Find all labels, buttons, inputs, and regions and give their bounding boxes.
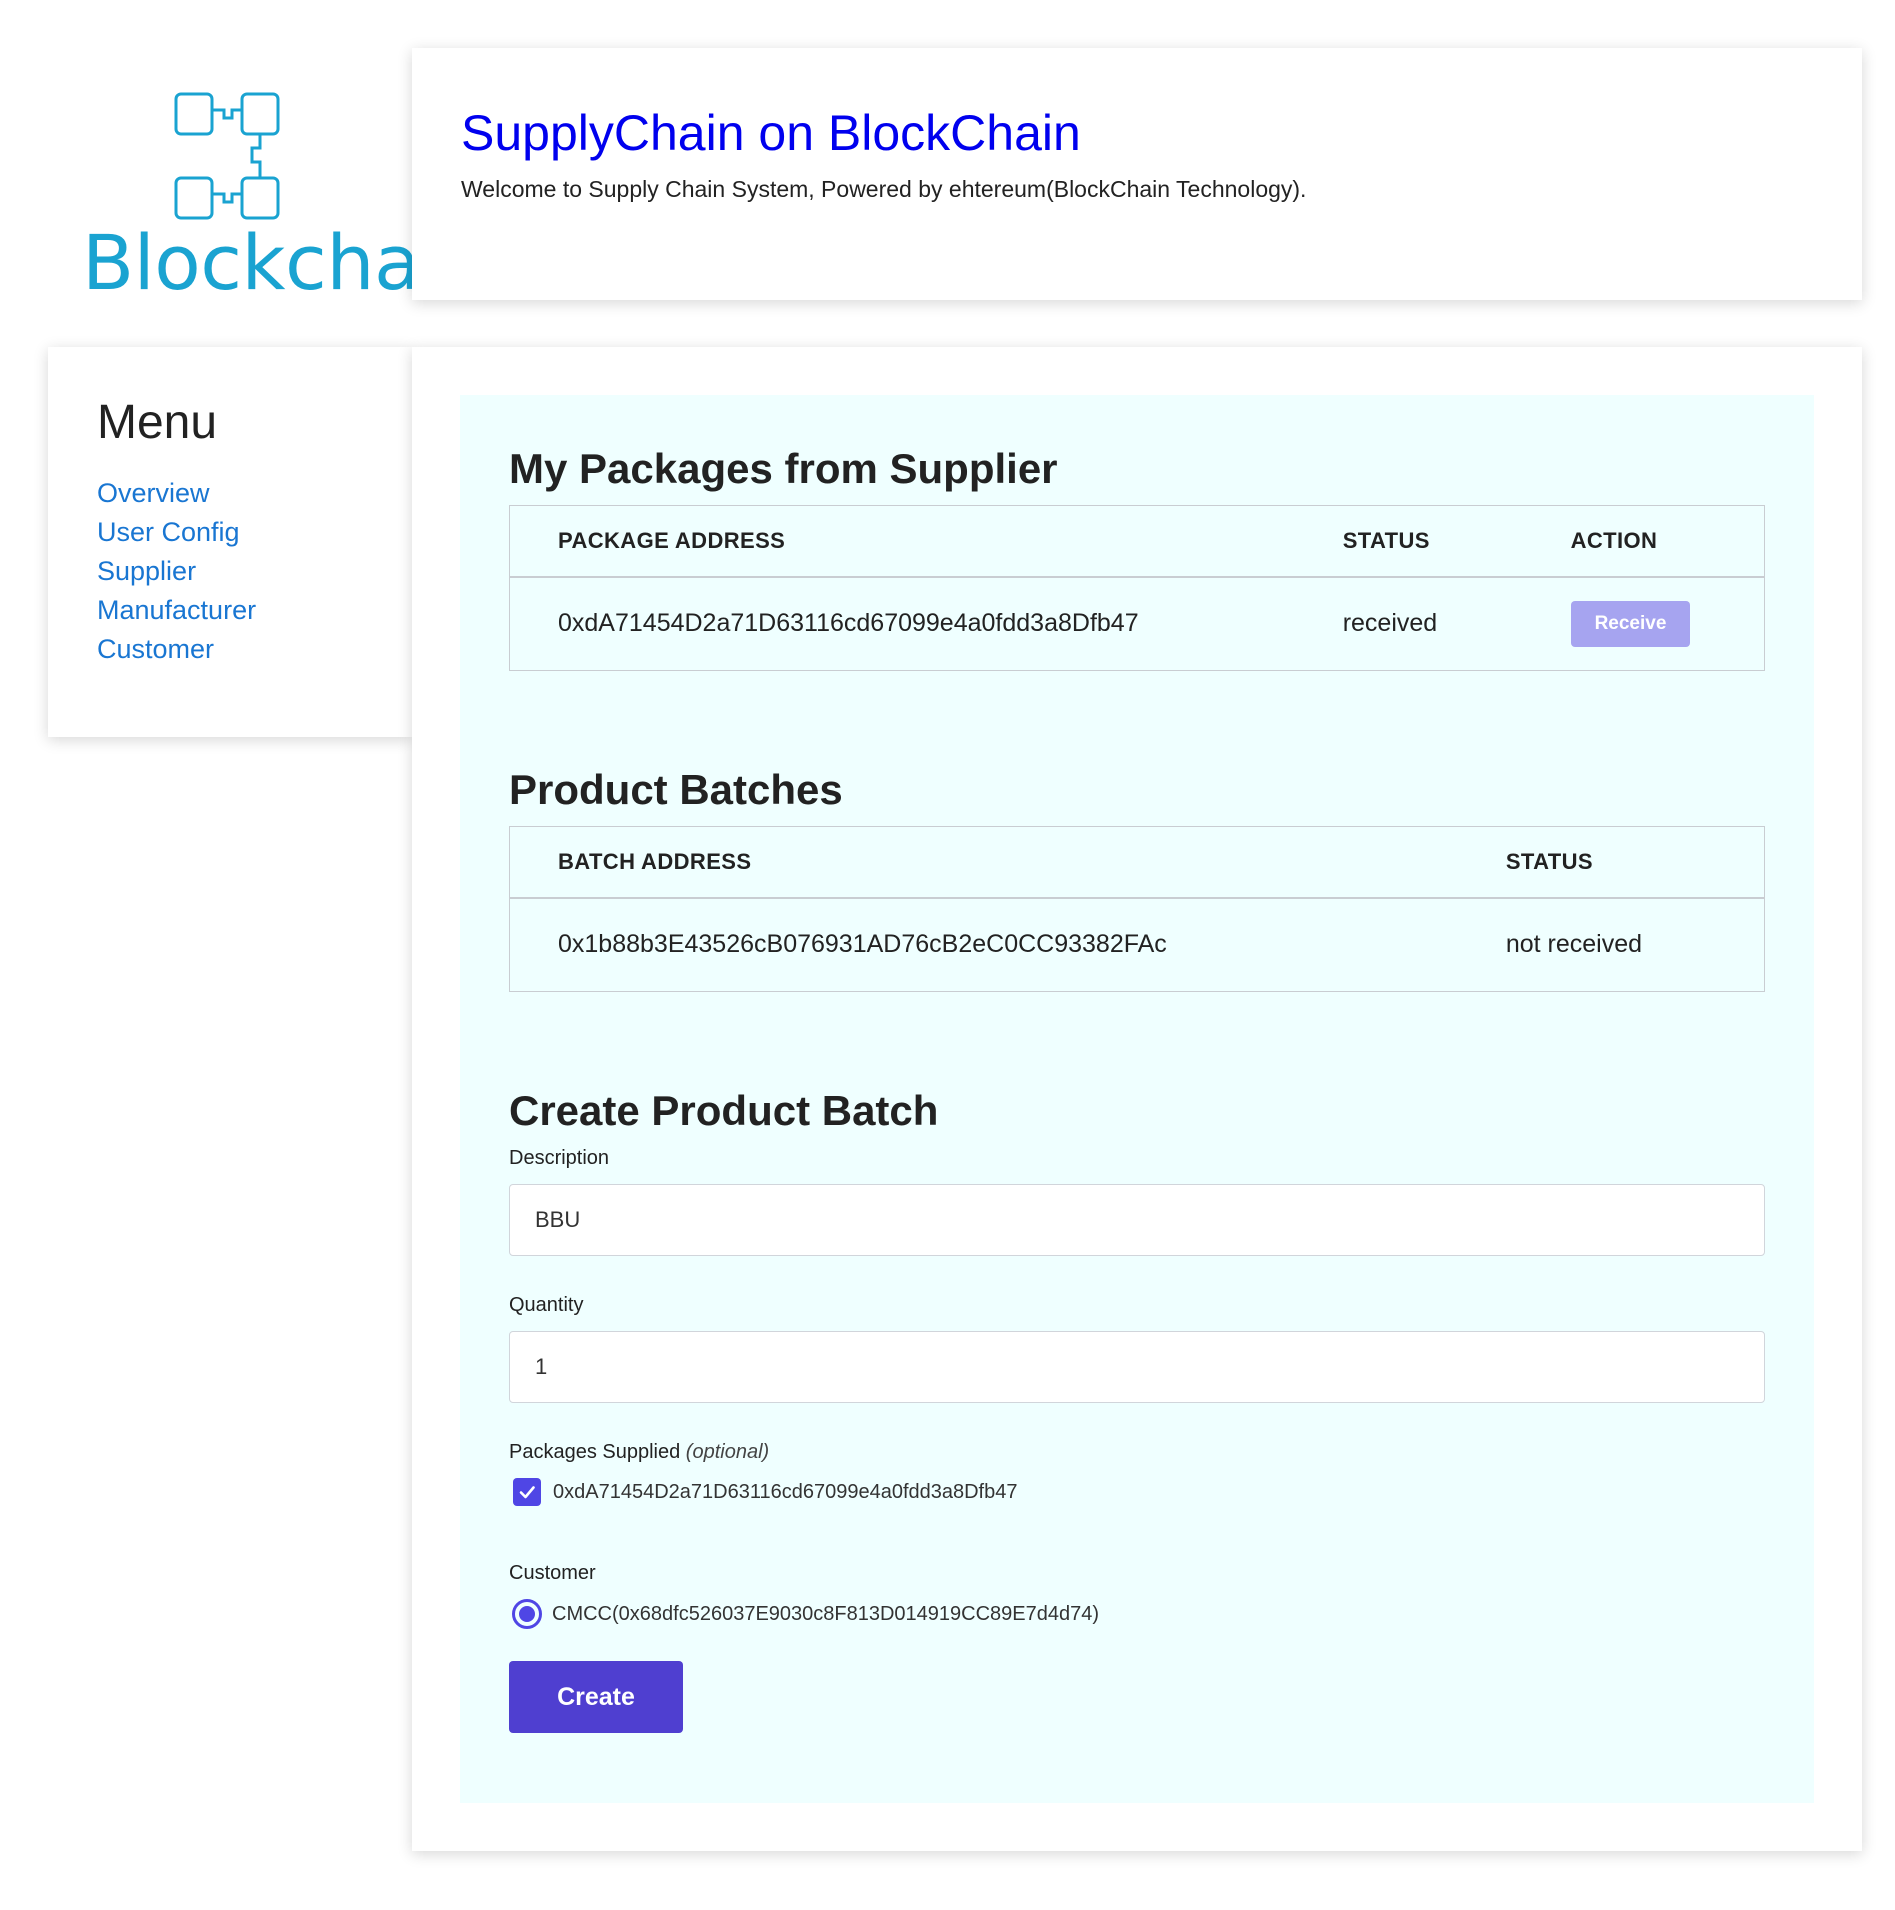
customer-option-label: CMCC(0x68dfc526037E9030c8F813D014919CC89… xyxy=(552,1602,1100,1625)
create-batch-title: Create Product Batch xyxy=(509,1087,939,1134)
quantity-label: Quantity xyxy=(509,1294,584,1316)
column-header-status: STATUS xyxy=(1475,826,1765,899)
column-header-status: STATUS xyxy=(1312,505,1539,578)
packages-table: PACKAGE ADDRESS STATUS ACTION 0xdA71454D… xyxy=(509,505,1765,671)
table-header-row: BATCH ADDRESS STATUS xyxy=(509,826,1765,899)
package-address-cell: 0xdA71454D2a71D63116cd67099e4a0fdd3a8Dfb… xyxy=(558,609,1139,638)
customer-option-row[interactable]: CMCC(0x68dfc526037E9030c8F813D014919CC89… xyxy=(509,1599,1765,1629)
package-option-label: 0xdA71454D2a71D63116cd67099e4a0fdd3a8Dfb… xyxy=(553,1480,1018,1503)
table-row: 0xdA71454D2a71D63116cd67099e4a0fdd3a8Dfb… xyxy=(510,577,1765,671)
chain-blocks-icon xyxy=(174,92,280,220)
content-panel: My Packages from Supplier PACKAGE ADDRES… xyxy=(460,395,1814,1803)
quantity-input[interactable] xyxy=(509,1331,1765,1403)
packages-section-title: My Packages from Supplier xyxy=(509,445,1058,492)
menu-item-customer[interactable]: Customer xyxy=(97,634,363,665)
description-input[interactable] xyxy=(509,1184,1765,1256)
batch-address-cell: 0x1b88b3E43526cB076931AD76cB2eC0CC93382F… xyxy=(558,930,1167,959)
batches-section-title: Product Batches xyxy=(509,766,843,813)
batch-status-cell: not received xyxy=(1505,930,1643,959)
receive-button[interactable]: Receive xyxy=(1570,600,1691,647)
menu-item-supplier[interactable]: Supplier xyxy=(97,556,363,587)
customer-label: Customer xyxy=(509,1562,596,1584)
menu-item-user-config[interactable]: User Config xyxy=(97,517,363,548)
menu-title: Menu xyxy=(97,396,218,449)
description-label: Description xyxy=(509,1147,610,1169)
package-option-row[interactable]: 0xdA71454D2a71D63116cd67099e4a0fdd3a8Dfb… xyxy=(509,1478,1765,1506)
main-content: My Packages from Supplier PACKAGE ADDRES… xyxy=(412,347,1862,1851)
table-header-row: PACKAGE ADDRESS STATUS ACTION xyxy=(509,505,1765,578)
column-header-action: ACTION xyxy=(1538,505,1765,578)
column-header-package-address: PACKAGE ADDRESS xyxy=(509,505,1313,578)
optional-hint: (optional) xyxy=(685,1441,770,1463)
menu-item-manufacturer[interactable]: Manufacturer xyxy=(97,595,363,626)
radio-dot-icon xyxy=(519,1606,535,1622)
package-status-cell: received xyxy=(1342,609,1438,638)
header-card: SupplyChain on BlockChain Welcome to Sup… xyxy=(412,48,1862,300)
packages-supplied-text: Packages Supplied xyxy=(509,1441,681,1463)
blockchain-logo: Blockchain xyxy=(60,70,489,310)
checkmark-icon xyxy=(519,1486,535,1499)
page-subtitle: Welcome to Supply Chain System, Powered … xyxy=(461,176,1307,202)
packages-supplied-label: Packages Supplied (optional) xyxy=(509,1441,1765,1464)
menu-item-overview[interactable]: Overview xyxy=(97,478,363,509)
table-row: 0x1b88b3E43526cB076931AD76cB2eC0CC93382F… xyxy=(510,898,1765,992)
column-header-batch-address: BATCH ADDRESS xyxy=(509,826,1476,899)
package-action-cell: Receive xyxy=(1539,577,1765,671)
customer-radio[interactable] xyxy=(512,1599,542,1629)
menu-sidebar: Menu Overview User Config Supplier Manuf… xyxy=(48,347,412,737)
create-button[interactable]: Create xyxy=(509,1661,683,1733)
page-title: SupplyChain on BlockChain xyxy=(461,105,1081,161)
batches-table: BATCH ADDRESS STATUS 0x1b88b3E43526cB076… xyxy=(509,826,1765,992)
package-checkbox[interactable] xyxy=(513,1478,541,1506)
